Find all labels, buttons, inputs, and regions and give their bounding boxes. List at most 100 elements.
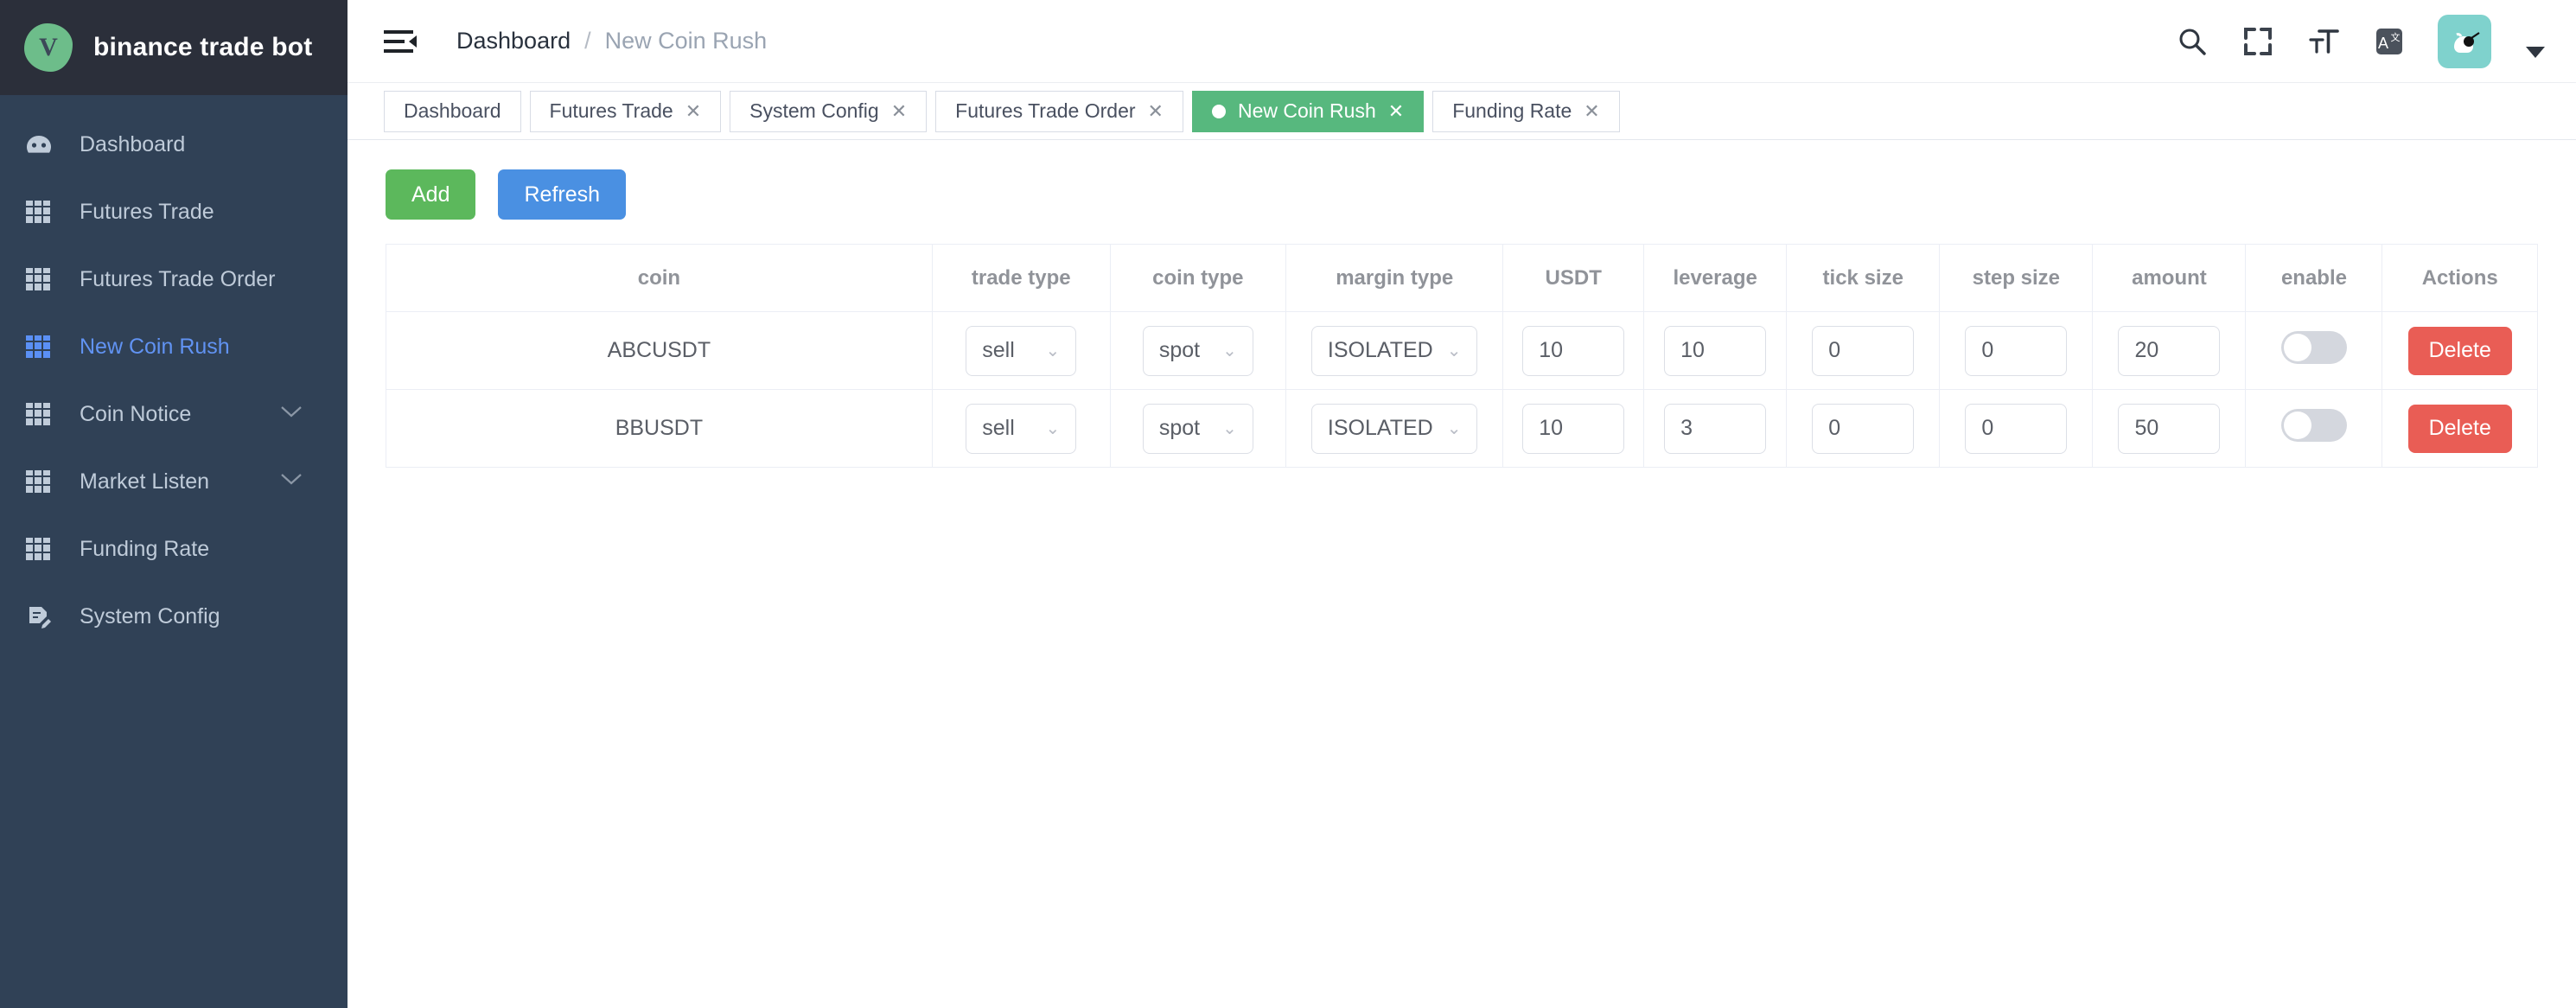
tab-futures-trade-order[interactable]: Futures Trade Order ✕ <box>935 90 1183 132</box>
coin-type-select[interactable]: spot ⌄ <box>1142 325 1253 376</box>
close-icon[interactable]: ✕ <box>1584 101 1599 121</box>
sidebar-item-system-config[interactable]: System Config <box>0 583 348 650</box>
chevron-down-icon <box>280 473 303 490</box>
column-header-tick-size: tick size <box>1786 244 1941 312</box>
cell-margin-type: ISOLATED ⌄ <box>1285 389 1504 468</box>
cell-usdt: 10 <box>1502 389 1645 468</box>
usdt-input[interactable]: 10 <box>1522 403 1625 454</box>
cell-tick-size: 0 <box>1786 389 1941 468</box>
tab-futures-trade[interactable]: Futures Trade ✕ <box>529 90 722 132</box>
delete-button[interactable]: Delete <box>2407 404 2512 453</box>
sidebar-item-new-coin-rush[interactable]: New Coin Rush <box>0 313 348 380</box>
sidebar-item-label: Market Listen <box>80 469 210 494</box>
delete-button[interactable]: Delete <box>2407 326 2512 375</box>
amount-input[interactable]: 20 <box>2118 325 2221 376</box>
close-icon[interactable]: ✕ <box>1148 101 1164 121</box>
sidebar-item-dashboard[interactable]: Dashboard <box>0 111 348 178</box>
sidebar-item-market-listen[interactable]: Market Listen <box>0 448 348 515</box>
leverage-input[interactable]: 3 <box>1664 403 1767 454</box>
select-value: sell <box>982 416 1015 440</box>
document-edit-icon <box>26 603 59 629</box>
hamburger-collapse-icon[interactable] <box>384 29 418 54</box>
active-tab-dot-icon <box>1211 104 1226 118</box>
column-header-margin-type: margin type <box>1285 244 1504 312</box>
cell-enable <box>2245 311 2383 390</box>
avatar[interactable] <box>2438 14 2491 68</box>
margin-type-select[interactable]: ISOLATED ⌄ <box>1310 325 1478 376</box>
coin-type-select[interactable]: spot ⌄ <box>1142 403 1253 454</box>
sidebar-item-label: System Config <box>80 603 220 628</box>
main-area: Dashboard / New Coin Rush A文 Dashboard F… <box>348 0 2576 1008</box>
tab-dashboard[interactable]: Dashboard <box>384 90 521 132</box>
amount-input[interactable]: 50 <box>2118 403 2221 454</box>
cell-actions: Delete <box>2382 389 2538 468</box>
breadcrumb-current: New Coin Rush <box>604 28 768 54</box>
table-header-row: coin trade type coin type margin type US… <box>386 244 2538 312</box>
tab-new-coin-rush[interactable]: New Coin Rush ✕ <box>1191 90 1425 132</box>
enable-toggle[interactable] <box>2280 409 2347 442</box>
table-icon <box>26 268 59 290</box>
cell-leverage: 3 <box>1643 389 1788 468</box>
select-value: ISOLATED <box>1327 338 1433 362</box>
table-icon <box>26 403 59 425</box>
enable-toggle[interactable] <box>2280 331 2347 364</box>
trade-type-select[interactable]: sell ⌄ <box>966 403 1077 454</box>
leverage-input[interactable]: 10 <box>1664 325 1767 376</box>
chevron-down-icon: ⌄ <box>1222 419 1237 438</box>
sidebar-item-label: Dashboard <box>80 131 186 156</box>
cell-trade-type: sell ⌄ <box>931 311 1111 390</box>
chevron-down-icon: ⌄ <box>1222 341 1237 360</box>
font-size-icon[interactable] <box>2306 24 2341 59</box>
column-header-leverage: leverage <box>1643 244 1788 312</box>
sidebar-item-futures-trade-order[interactable]: Futures Trade Order <box>0 246 348 313</box>
table-icon <box>26 470 59 493</box>
table-header: coin trade type coin type margin type US… <box>386 244 2538 312</box>
fullscreen-icon[interactable] <box>2241 24 2275 59</box>
brand-header[interactable]: V binance trade bot <box>0 0 348 95</box>
close-icon[interactable]: ✕ <box>891 101 907 121</box>
add-button[interactable]: Add <box>386 169 476 220</box>
step-size-input[interactable]: 0 <box>1965 403 2068 454</box>
tick-size-input[interactable]: 0 <box>1812 403 1915 454</box>
sidebar-item-coin-notice[interactable]: Coin Notice <box>0 380 348 448</box>
refresh-button[interactable]: Refresh <box>498 169 627 220</box>
column-header-coin: coin <box>386 244 933 312</box>
cell-coin: ABCUSDT <box>386 311 933 390</box>
column-header-coin-type: coin type <box>1109 244 1287 312</box>
cell-enable <box>2245 389 2383 468</box>
table-row: BBUSDT sell ⌄ spot ⌄ ISOLATED ⌄ 10 3 0 0… <box>386 389 2538 468</box>
select-value: sell <box>982 338 1015 362</box>
sidebar-item-label: Futures Trade Order <box>80 266 276 291</box>
tab-label: New Coin Rush <box>1237 99 1376 122</box>
tick-size-input[interactable]: 0 <box>1812 325 1915 376</box>
breadcrumb-root[interactable]: Dashboard <box>456 28 571 54</box>
search-icon[interactable] <box>2175 24 2209 59</box>
sidebar-item-futures-trade[interactable]: Futures Trade <box>0 178 348 246</box>
trade-type-select[interactable]: sell ⌄ <box>966 325 1077 376</box>
select-value: spot <box>1158 416 1201 440</box>
step-size-input[interactable]: 0 <box>1965 325 2068 376</box>
action-toolbar: Add Refresh <box>386 169 2538 220</box>
chevron-down-icon: ⌄ <box>1045 341 1061 360</box>
brand-logo-icon: V <box>24 23 73 72</box>
translate-icon[interactable]: A文 <box>2372 24 2407 59</box>
sidebar-item-funding-rate[interactable]: Funding Rate <box>0 515 348 583</box>
tab-funding-rate[interactable]: Funding Rate ✕ <box>1432 90 1620 132</box>
tab-label: Funding Rate <box>1452 99 1572 122</box>
breadcrumb-separator: / <box>584 28 591 54</box>
margin-type-select[interactable]: ISOLATED ⌄ <box>1310 403 1478 454</box>
tab-system-config[interactable]: System Config ✕ <box>730 90 928 132</box>
sidebar-item-label: Coin Notice <box>80 401 192 426</box>
close-icon[interactable]: ✕ <box>1388 101 1404 121</box>
tab-label: System Config <box>749 99 879 122</box>
chevron-down-icon: ⌄ <box>1045 419 1061 438</box>
close-icon[interactable]: ✕ <box>685 101 701 121</box>
usdt-input[interactable]: 10 <box>1522 325 1625 376</box>
svg-text:文: 文 <box>2391 31 2401 43</box>
tab-label: Futures Trade Order <box>955 99 1136 122</box>
chevron-down-icon: ⌄ <box>1446 419 1462 438</box>
brand-title: binance trade bot <box>93 33 313 61</box>
sidebar-item-label: Futures Trade <box>80 199 214 224</box>
chevron-down-icon[interactable] <box>2526 47 2545 58</box>
sidebar-item-label: Funding Rate <box>80 536 210 561</box>
